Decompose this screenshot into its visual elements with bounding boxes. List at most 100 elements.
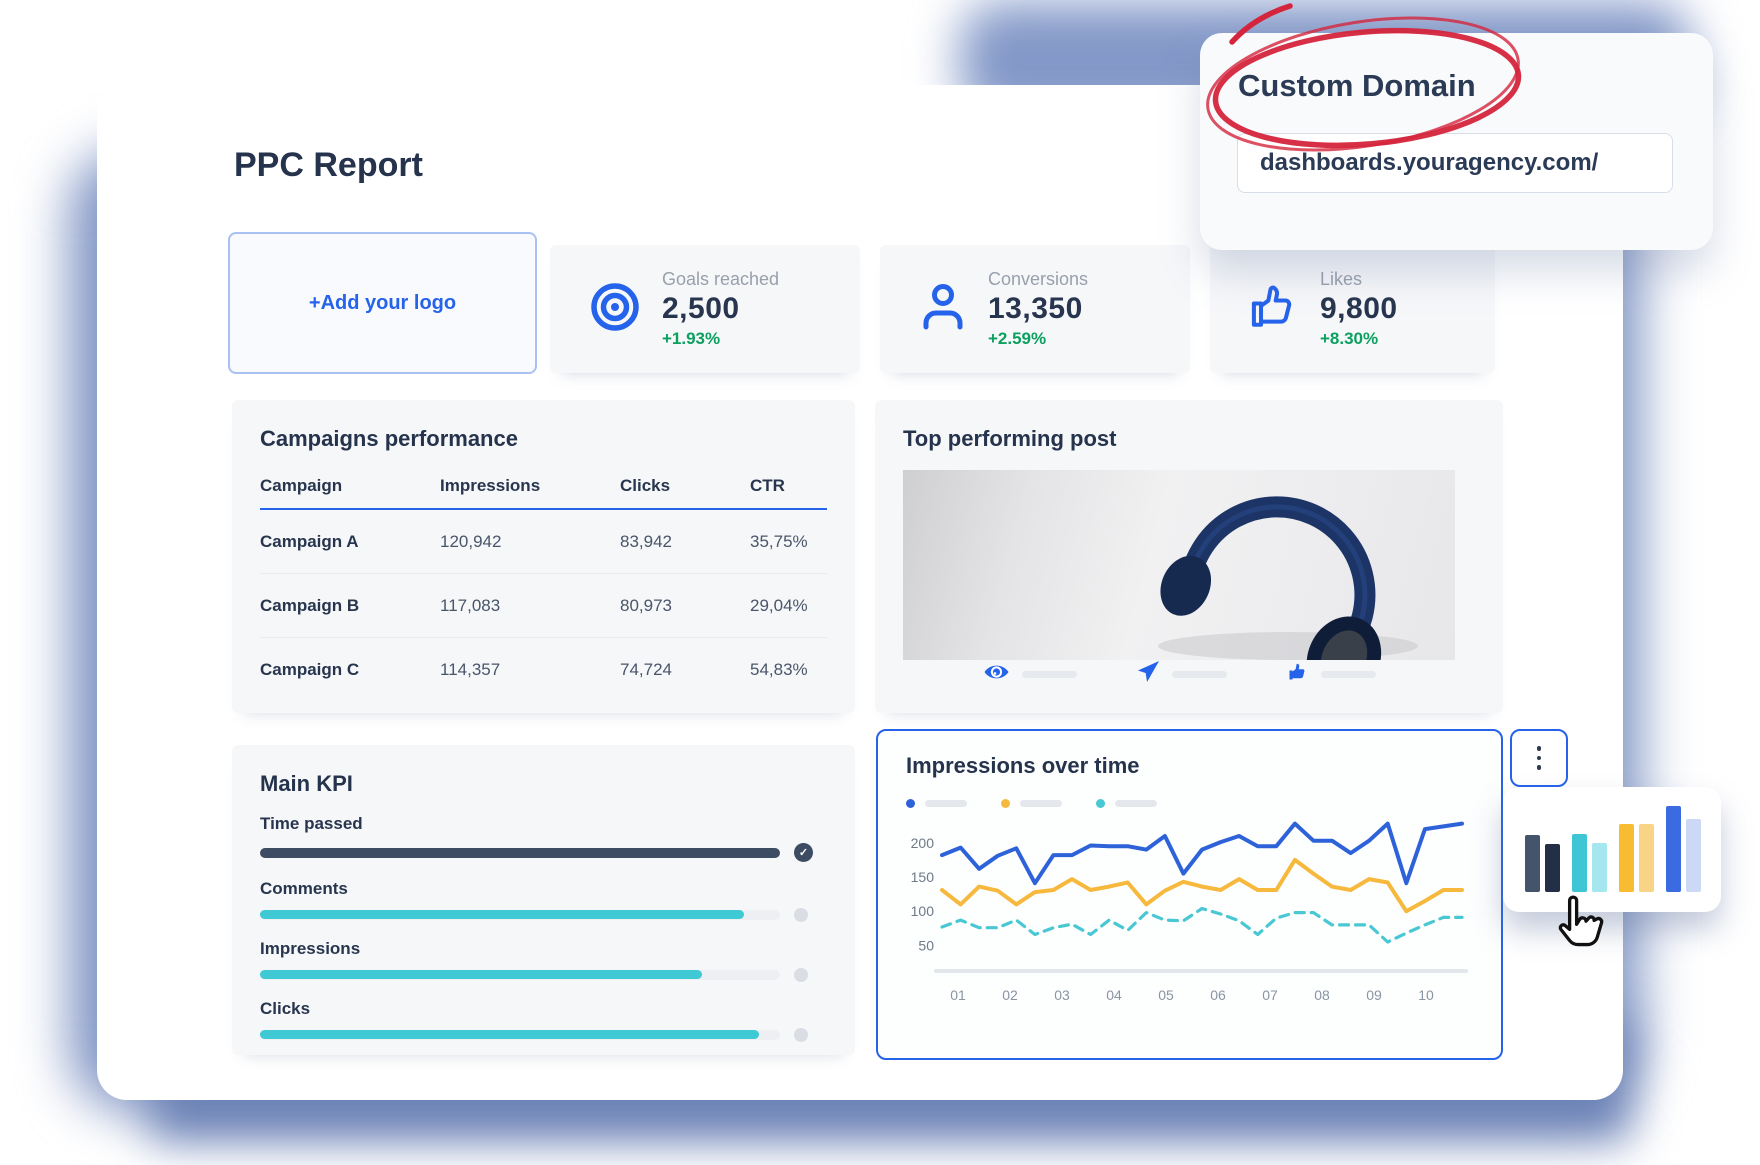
thumbs-up-icon [1248,281,1300,338]
impressions-line-chart: 2001501005001020304050607080910 [906,808,1477,1018]
stat-label: Likes [1320,269,1398,290]
mini-bar [1619,824,1634,892]
views-metric [983,662,1077,687]
legend-placeholder-bar [925,800,967,807]
legend-placeholder-bar [1115,800,1157,807]
svg-text:06: 06 [1210,987,1226,1003]
impressions-chart-title: Impressions over time [906,753,1473,779]
share-arrow-icon [1137,660,1160,688]
svg-text:05: 05 [1158,987,1174,1003]
kpi-label: Clicks [260,999,827,1019]
col-clicks: Clicks [620,476,750,496]
kpi-label: Time passed [260,814,827,834]
table-row: Campaign B 117,083 80,973 29,04% [260,574,827,638]
main-kpi-title: Main KPI [260,771,827,797]
kebab-dot [1537,756,1542,761]
campaigns-performance-panel: Campaigns performance Campaign Impressio… [232,400,855,713]
post-image-headphones [903,470,1455,660]
kpi-row: Impressions [260,939,827,982]
kpi-rows: Time passed ✓ Comments Impressions Clicks [260,814,827,1042]
add-logo-label: +Add your logo [309,292,456,315]
progress-dot [794,1028,808,1042]
legend-item-series-yellow[interactable] [1001,799,1062,808]
campaigns-table-header: Campaign Impressions Clicks CTR [260,476,827,510]
mini-bar-chart-widget[interactable] [1503,787,1721,912]
col-ctr: CTR [750,476,827,496]
main-kpi-panel: Main KPI Time passed ✓ Comments Impressions… [232,745,855,1055]
legend-item-series-teal[interactable] [1096,799,1157,808]
svg-text:03: 03 [1054,987,1070,1003]
kpi-progress-bar [260,848,780,858]
svg-text:09: 09 [1366,987,1382,1003]
mini-bar [1686,819,1701,892]
stat-delta: +2.59% [988,329,1088,349]
stat-card-likes: Likes 9,800 +8.30% [1210,245,1495,373]
likes-metric [1287,661,1376,688]
thumbs-up-icon [1287,661,1309,688]
svg-text:01: 01 [950,987,966,1003]
stat-value: 9,800 [1320,292,1398,326]
stat-label: Conversions [988,269,1088,290]
legend-item-series-blue[interactable] [906,799,967,808]
shares-metric [1137,660,1227,688]
campaigns-table: Campaign Impressions Clicks CTR Campaign… [260,476,827,701]
kpi-row: Clicks [260,999,827,1042]
chart-line-series-blue [942,824,1462,884]
add-logo-button[interactable]: +Add your logo [228,232,537,374]
hand-cursor-icon [1545,893,1609,968]
col-impressions: Impressions [440,476,620,496]
stat-card-goals: Goals reached 2,500 +1.93% [550,245,860,373]
col-campaign: Campaign [260,476,440,496]
kpi-progress-bar [260,910,780,920]
kebab-dot [1537,765,1542,770]
stat-value: 13,350 [988,292,1088,326]
metric-bar [1022,671,1077,678]
impressions-chart-card: Impressions over time 200150100500102030… [876,729,1503,1060]
svg-text:50: 50 [918,937,934,953]
kpi-progress-bar [260,970,780,980]
stat-delta: +8.30% [1320,329,1398,349]
progress-dot [794,908,808,922]
page-canvas: PPC Report +Add your logo Goals reached … [0,0,1760,1165]
svg-text:08: 08 [1314,987,1330,1003]
chart-legend [906,799,1473,808]
mini-bar [1545,844,1560,892]
stat-delta: +1.93% [662,329,779,349]
legend-placeholder-bar [1020,800,1062,807]
check-icon: ✓ [794,843,813,862]
kebab-dot [1537,746,1542,751]
post-metrics-row [903,660,1455,688]
person-icon [918,281,968,338]
table-row: Campaign A 120,942 83,942 35,75% [260,510,827,574]
custom-domain-input[interactable] [1237,133,1673,193]
svg-text:07: 07 [1262,987,1278,1003]
mini-bar [1592,843,1607,892]
eye-icon [983,662,1010,687]
stat-label: Goals reached [662,269,779,290]
svg-text:200: 200 [911,835,935,851]
mini-bar [1572,834,1587,892]
progress-dot [794,968,808,982]
kpi-label: Comments [260,879,827,899]
stat-card-conversions: Conversions 13,350 +2.59% [880,245,1190,373]
kebab-menu-button[interactable] [1510,729,1568,787]
kpi-row: Time passed ✓ [260,814,827,862]
svg-text:100: 100 [911,903,935,919]
kpi-label: Impressions [260,939,827,959]
chart-line-series-yellow [942,860,1462,911]
mini-bar [1666,806,1681,892]
stat-value: 2,500 [662,292,779,326]
metric-bar [1321,671,1376,678]
svg-text:04: 04 [1106,987,1122,1003]
chart-line-series-teal [942,909,1462,943]
top-post-title: Top performing post [903,426,1475,452]
mini-bar [1639,824,1654,892]
custom-domain-title: Custom Domain [1238,68,1476,104]
metric-bar [1172,671,1227,678]
svg-text:02: 02 [1002,987,1018,1003]
kpi-row: Comments [260,879,827,922]
mini-bar [1525,835,1540,892]
svg-text:10: 10 [1418,987,1434,1003]
kpi-progress-bar [260,1030,780,1040]
campaigns-title: Campaigns performance [260,426,827,452]
